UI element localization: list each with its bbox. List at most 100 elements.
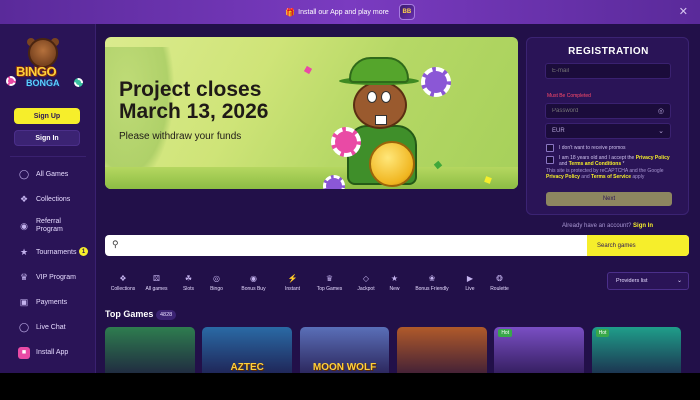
category-bingo[interactable]: ◎ Bingo	[202, 272, 231, 296]
grass-decoration	[105, 167, 518, 189]
trophy-icon: ★	[19, 247, 29, 257]
captcha-privacy-link[interactable]: Privacy Policy	[546, 174, 580, 180]
sidebar-item-payments[interactable]: ▣ Payments	[0, 290, 96, 315]
game-tile[interactable]: AZTEC	[202, 327, 293, 373]
no-promo-checkbox[interactable]	[546, 144, 554, 152]
game-tile[interactable]: Hot	[494, 327, 585, 373]
sidebar-divider	[10, 156, 86, 157]
password-field[interactable]: ◎	[545, 103, 671, 119]
age-terms-label: I am 18 years old and I accept the Priva…	[559, 155, 671, 167]
category-top-games[interactable]: ♛ Top Games	[309, 272, 350, 296]
banner-title-line1: Project closes	[119, 78, 262, 101]
sidebar-item-label: Referral Program	[36, 218, 63, 233]
gift-icon: ❀	[428, 273, 436, 283]
mascot-eye	[367, 91, 377, 103]
privacy-policy-link[interactable]: Privacy Policy	[636, 155, 670, 161]
collections-icon: ❖	[19, 194, 29, 204]
vip-icon: ♛	[19, 272, 29, 282]
install-app-text[interactable]: Install our App and play more	[298, 9, 389, 16]
category-instant[interactable]: ⚡ Instant	[276, 272, 309, 296]
search-games-button[interactable]: Search games	[587, 235, 689, 256]
required-star: *	[621, 161, 625, 167]
captcha-terms-link[interactable]: Terms of Service	[591, 174, 631, 180]
category-label: Live	[465, 286, 475, 292]
promo-banner[interactable]: Project closes March 13, 2026 Please wit…	[105, 37, 518, 189]
category-bonus-buy[interactable]: ◉ Bonus Buy	[231, 272, 276, 296]
confetti-decoration	[303, 65, 313, 75]
email-field[interactable]	[545, 63, 671, 79]
terms-link[interactable]: Terms and Conditions	[569, 161, 621, 167]
brand-name-line2: BONGA	[26, 78, 60, 88]
currency-select[interactable]: EUR ⌄	[545, 123, 671, 139]
brand-logo[interactable]: BINGO BONGA	[6, 36, 83, 96]
category-label: Jackpot	[357, 286, 375, 292]
sidebar-item-label: VIP Program	[36, 273, 76, 281]
sidebar-item-label: Install App	[36, 348, 69, 356]
category-label: All games	[145, 286, 168, 292]
main-content: Project closes March 13, 2026 Please wit…	[96, 24, 700, 373]
category-roulette[interactable]: ❂ Roulette	[483, 272, 516, 296]
sign-up-button[interactable]: Sign Up	[14, 108, 80, 124]
category-label: Collections	[110, 286, 136, 292]
app-icon[interactable]: BB	[398, 4, 415, 20]
password-input[interactable]	[552, 108, 652, 114]
no-promo-label: I don't want to receive promos	[559, 145, 626, 151]
notification-badge: 1	[79, 247, 88, 256]
referral-icon: ◉	[20, 220, 28, 231]
category-new[interactable]: ★ New	[382, 272, 407, 296]
sidebar-item-vip-program[interactable]: ♛ VIP Program	[0, 265, 96, 290]
next-button[interactable]: Next	[546, 192, 672, 206]
game-title: AZTEC	[230, 362, 264, 373]
and-text: and	[579, 174, 592, 180]
mascot-teeth	[375, 115, 387, 125]
sign-in-link[interactable]: Sign In	[633, 223, 653, 229]
sidebar-item-all-games[interactable]: ◯ All Games	[0, 162, 96, 187]
category-label: Bonus Buy	[241, 286, 266, 292]
captcha-notice: This site is protected by reCAPTCHA and …	[546, 168, 672, 180]
sidebar-item-label: All Games	[36, 170, 69, 178]
category-slots[interactable]: ☘ Slots	[175, 272, 202, 296]
search-input[interactable]	[127, 238, 577, 253]
category-label: New	[389, 286, 400, 292]
sidebar-item-referral-program[interactable]: ◉ Referral Program	[0, 212, 96, 240]
tag-icon: ◯	[18, 169, 30, 179]
email-input[interactable]	[552, 68, 652, 74]
category-all-games[interactable]: ⚄ All games	[138, 272, 175, 296]
game-tile[interactable]: MOON WOLF	[299, 327, 390, 373]
sidebar-item-live-chat[interactable]: ◯ Live Chat	[0, 315, 96, 340]
game-tile[interactable]: Hot	[591, 327, 682, 373]
mascot-eye	[381, 91, 391, 103]
close-icon[interactable]: ✕	[679, 5, 688, 18]
captcha-apply-text: apply	[630, 174, 645, 180]
category-jackpot[interactable]: ◇ Jackpot	[350, 272, 382, 296]
category-label: Bonus Friendly	[415, 286, 449, 292]
category-bar: ❖ Collections ⚄ All games ☘ Slots ◎ Bingo ◉ Bonus…	[108, 272, 516, 296]
lightning-icon: ⚡	[287, 273, 298, 283]
category-bonus-friendly[interactable]: ❀ Bonus Friendly	[407, 272, 457, 296]
providers-label: Providers list	[616, 278, 648, 284]
casino-chip-icon	[331, 127, 361, 157]
category-live[interactable]: ▶ Live	[457, 272, 483, 296]
game-tile[interactable]	[396, 327, 487, 373]
and-text: and	[559, 161, 569, 167]
age-terms-checkbox[interactable]	[546, 156, 554, 164]
live-icon: ▶	[466, 273, 474, 283]
providers-dropdown[interactable]: Providers list ⌄	[607, 272, 689, 290]
sign-in-button[interactable]: Sign In	[14, 130, 80, 146]
sidebar-item-tournaments[interactable]: ★ Tournaments 1	[0, 240, 96, 265]
bingo-icon: ◎	[213, 273, 220, 283]
sidebar-item-collections[interactable]: ❖ Collections	[0, 187, 96, 212]
install-app-bar[interactable]: 🎁 Install our App and play more BB ✕	[0, 0, 700, 24]
roulette-icon: ❂	[496, 273, 503, 283]
category-collections[interactable]: ❖ Collections	[108, 272, 138, 296]
sidebar-item-install-app[interactable]: ■ Install App	[0, 340, 96, 365]
chevron-down-icon: ⌄	[658, 128, 664, 135]
eye-icon[interactable]: ◎	[658, 107, 664, 115]
game-search-bar: ⚲ Search games	[105, 235, 689, 256]
app-shell: BINGO BONGA Sign Up Sign In ◯ All Games …	[0, 24, 700, 373]
game-tile[interactable]	[105, 327, 195, 373]
top-games-title: Top Games	[105, 309, 154, 319]
viewport-bottom-edge	[0, 373, 700, 400]
app-icon: ■	[18, 346, 30, 359]
game-title: MOON WOLF	[312, 362, 377, 373]
